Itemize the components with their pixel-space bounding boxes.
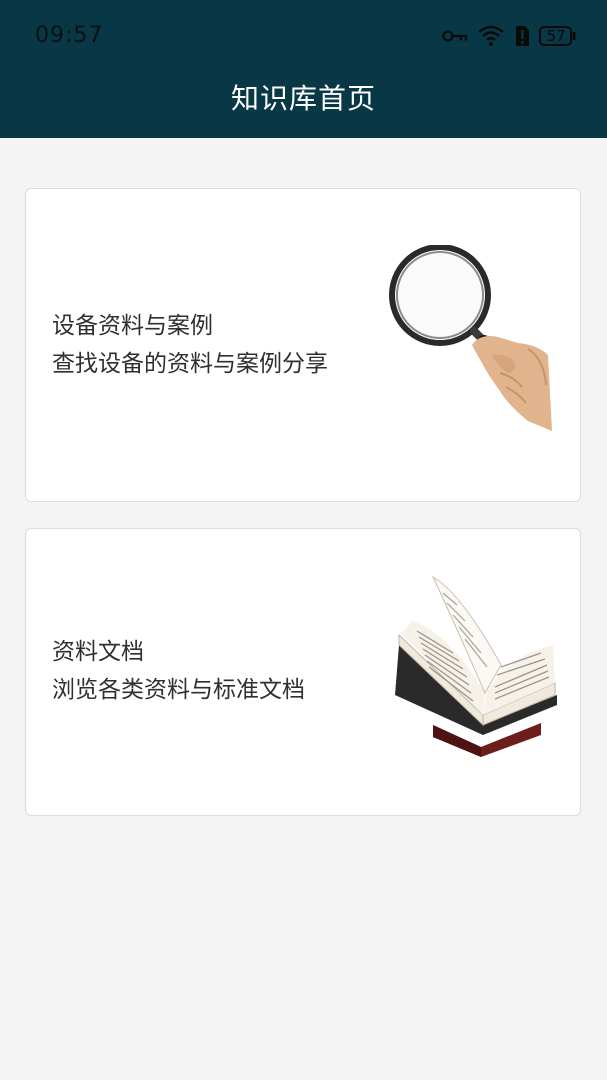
status-bar: 09:57 57: [0, 0, 607, 74]
alert-icon: [514, 25, 530, 47]
open-book-illustration: [395, 575, 557, 757]
wifi-icon: [477, 25, 505, 47]
card-description: 浏览各类资料与标准文档: [52, 677, 305, 703]
page-title: 知识库首页: [230, 82, 376, 115]
card-documents[interactable]: 资料文档 浏览各类资料与标准文档: [25, 528, 581, 816]
app-header: 09:57 57 知识库首页: [0, 0, 607, 138]
battery-level: 57: [546, 27, 566, 45]
card-title: 资料文档: [52, 639, 144, 665]
card-equipment-cases[interactable]: 设备资料与案例 查找设备的资料与案例分享: [25, 188, 581, 502]
magnifying-glass-illustration: [389, 245, 552, 431]
card-text: 设备资料与案例 查找设备的资料与案例分享: [52, 307, 328, 383]
key-icon: [442, 29, 468, 43]
card-text: 资料文档 浏览各类资料与标准文档: [52, 633, 305, 709]
card-title: 设备资料与案例: [52, 313, 213, 339]
status-icons: 57: [442, 22, 577, 50]
card-description: 查找设备的资料与案例分享: [52, 351, 328, 377]
battery-icon: 57: [539, 26, 577, 46]
status-time: 09:57: [35, 23, 104, 48]
